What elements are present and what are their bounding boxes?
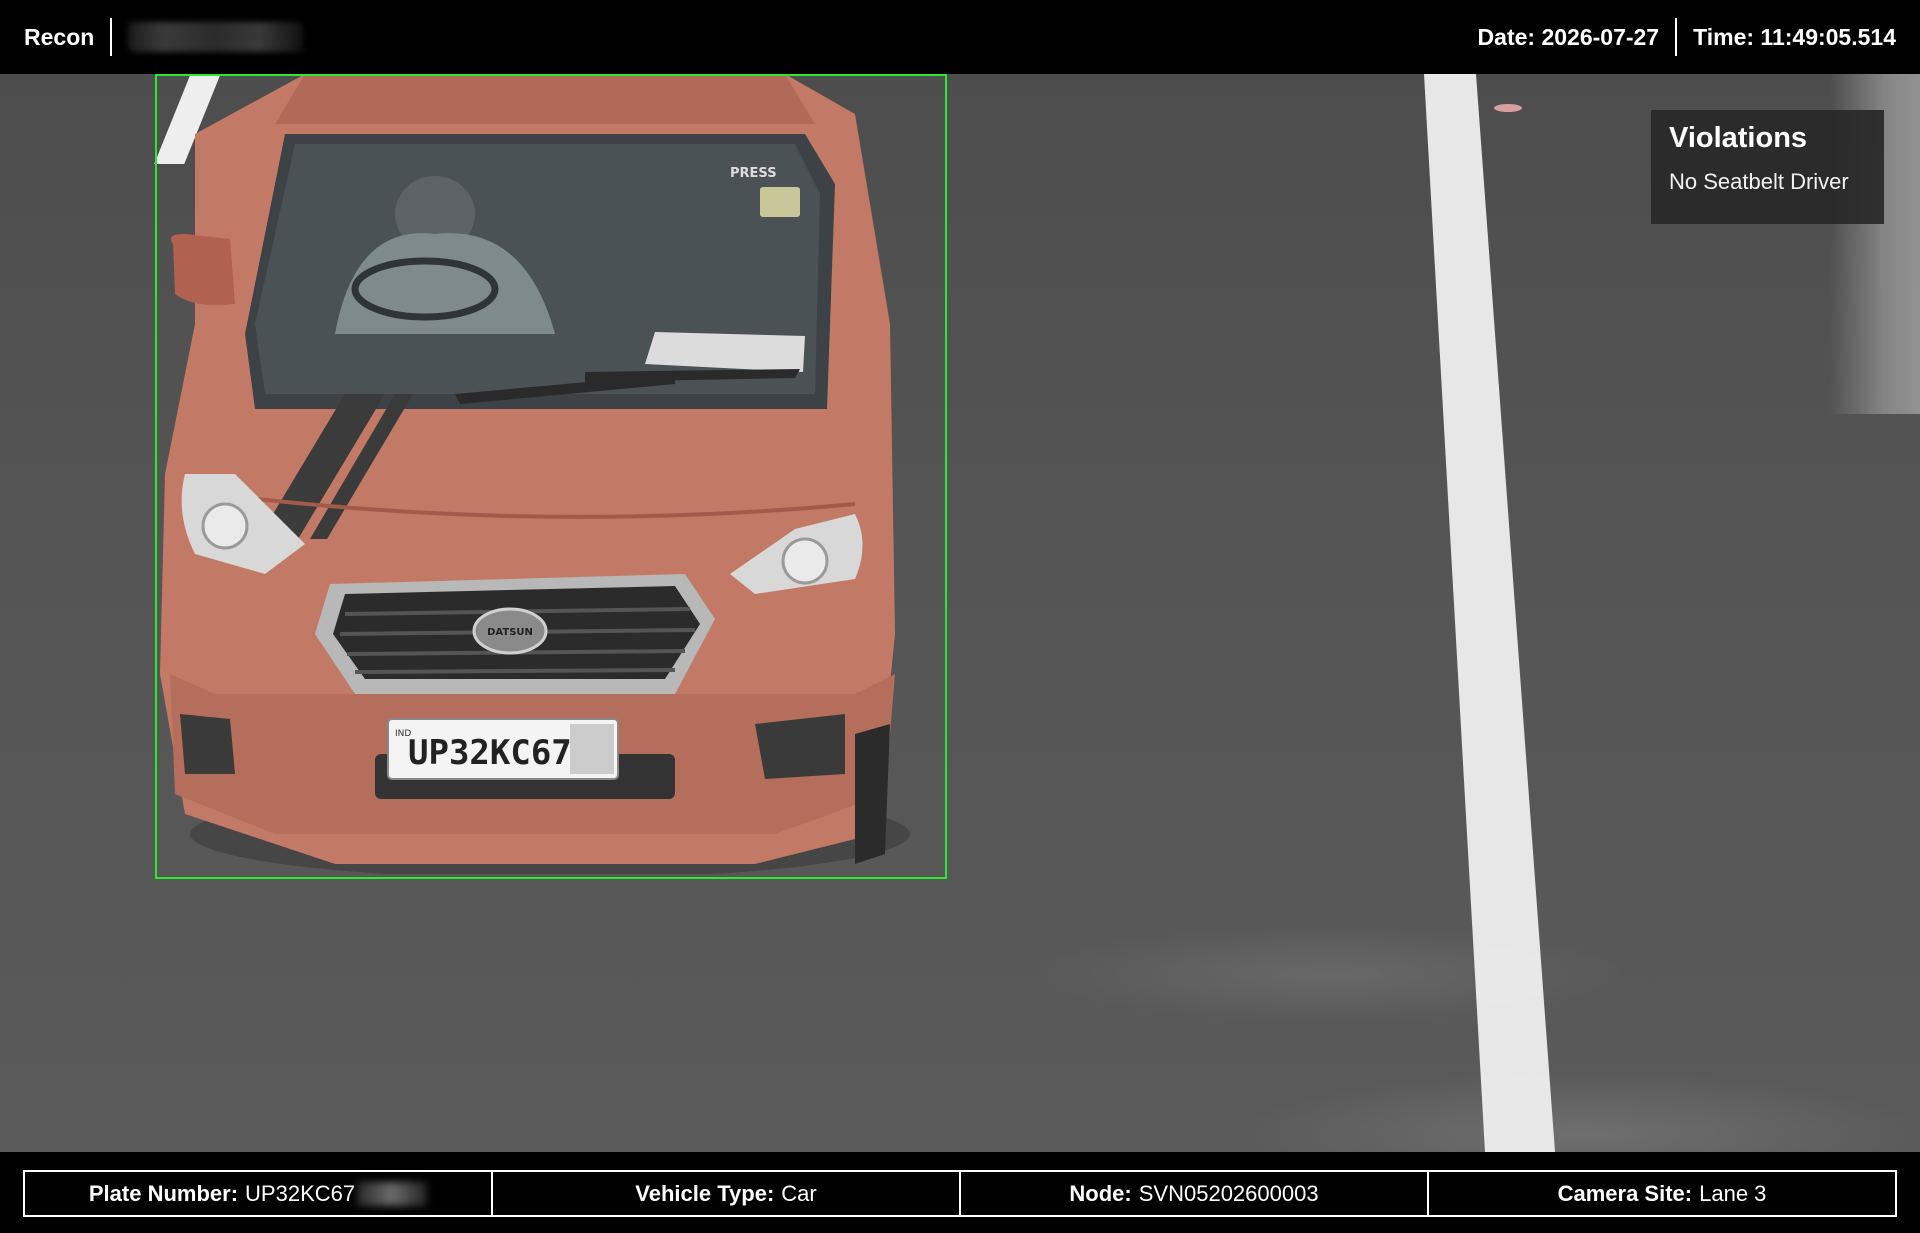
vehicle-type-cell: Vehicle Type: Car xyxy=(493,1172,961,1215)
plate-number-cell: Plate Number: UP32KC67 xyxy=(25,1172,493,1215)
divider xyxy=(1675,18,1678,56)
plate-number-label: Plate Number: xyxy=(88,1180,239,1206)
violation-item: No Seatbelt Driver xyxy=(1669,169,1849,194)
bottom-info-bar: Plate Number: UP32KC67 Vehicle Type: Car… xyxy=(0,1152,1920,1233)
vehicle-type-label: Vehicle Type: xyxy=(635,1180,775,1206)
node-value: SVN05202600003 xyxy=(1138,1180,1319,1206)
plate-number-redaction xyxy=(357,1181,428,1206)
top-bar-right: Date: 2026-07-27 Time: 11:49:05.514 xyxy=(1478,0,1896,74)
violations-panel: Violations No Seatbelt Driver xyxy=(1651,110,1884,224)
node-label: Node: xyxy=(1069,1180,1132,1206)
top-bar-left: Recon xyxy=(24,0,304,74)
app-name: Recon xyxy=(24,23,95,50)
top-bar: Recon Date: 2026-07-27 Time: 11:49:05.51… xyxy=(0,0,1920,74)
vehicle-type-value: Car xyxy=(781,1180,817,1206)
camera-site-label: Camera Site: xyxy=(1557,1180,1693,1206)
date-readout: Date: 2026-07-27 xyxy=(1477,23,1660,50)
info-table: Plate Number: UP32KC67 Vehicle Type: Car… xyxy=(23,1170,1897,1217)
camera-frame: PRESS DATSUN IND UP32KC67 Violations No … xyxy=(0,74,1920,1152)
vehicle-detection-box xyxy=(155,74,947,879)
camera-site-value: Lane 3 xyxy=(1699,1180,1767,1206)
time-readout: Time: 11:49:05.514 xyxy=(1693,23,1896,50)
node-cell: Node: SVN05202600003 xyxy=(961,1172,1429,1215)
violations-title: Violations xyxy=(1669,122,1808,154)
plate-number-value: UP32KC67 xyxy=(245,1180,356,1206)
divider xyxy=(110,18,113,56)
camera-site-cell: Camera Site: Lane 3 xyxy=(1429,1172,1895,1215)
redacted-camera-id xyxy=(128,22,304,52)
